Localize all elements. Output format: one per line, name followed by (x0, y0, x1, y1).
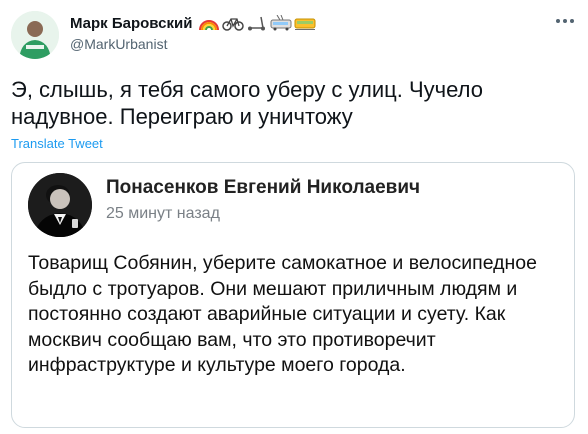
name-emojis (198, 14, 316, 32)
tweet: Марк Баровский @MarkUrbanist Э, слышь, я… (0, 0, 588, 434)
more-dot-icon (570, 19, 574, 23)
translate-tweet-link[interactable]: Translate Tweet (11, 136, 103, 151)
author-name-row: Марк Баровский (70, 13, 316, 33)
author-avatar[interactable] (11, 11, 59, 59)
rainbow-icon (199, 20, 220, 31)
author-handle[interactable]: @MarkUrbanist (70, 36, 167, 52)
quoted-post-text: Товарищ Собянин, уберите самокатное и ве… (28, 252, 537, 376)
more-dot-icon (563, 19, 567, 23)
tram-icon (294, 18, 316, 30)
author-display-name[interactable]: Марк Баровский (70, 15, 192, 32)
bicycle-icon (222, 18, 245, 31)
person-icon (11, 11, 59, 59)
trolleybus-icon (270, 15, 292, 31)
kick-scooter-icon (248, 16, 266, 31)
quoted-screenshot-card[interactable]: Понасенков Евгений Николаевич 25 минут н… (11, 162, 575, 428)
quoted-author-name: Понасенков Евгений Николаевич (106, 177, 421, 198)
quoted-timestamp: 25 минут назад (106, 205, 220, 222)
more-options-button[interactable] (553, 14, 577, 28)
more-dot-icon (556, 19, 560, 23)
quoted-author-avatar (28, 173, 92, 237)
person-icon (28, 173, 92, 237)
tweet-text: Э, слышь, я тебя самого уберу с улиц. Чу… (11, 77, 483, 129)
